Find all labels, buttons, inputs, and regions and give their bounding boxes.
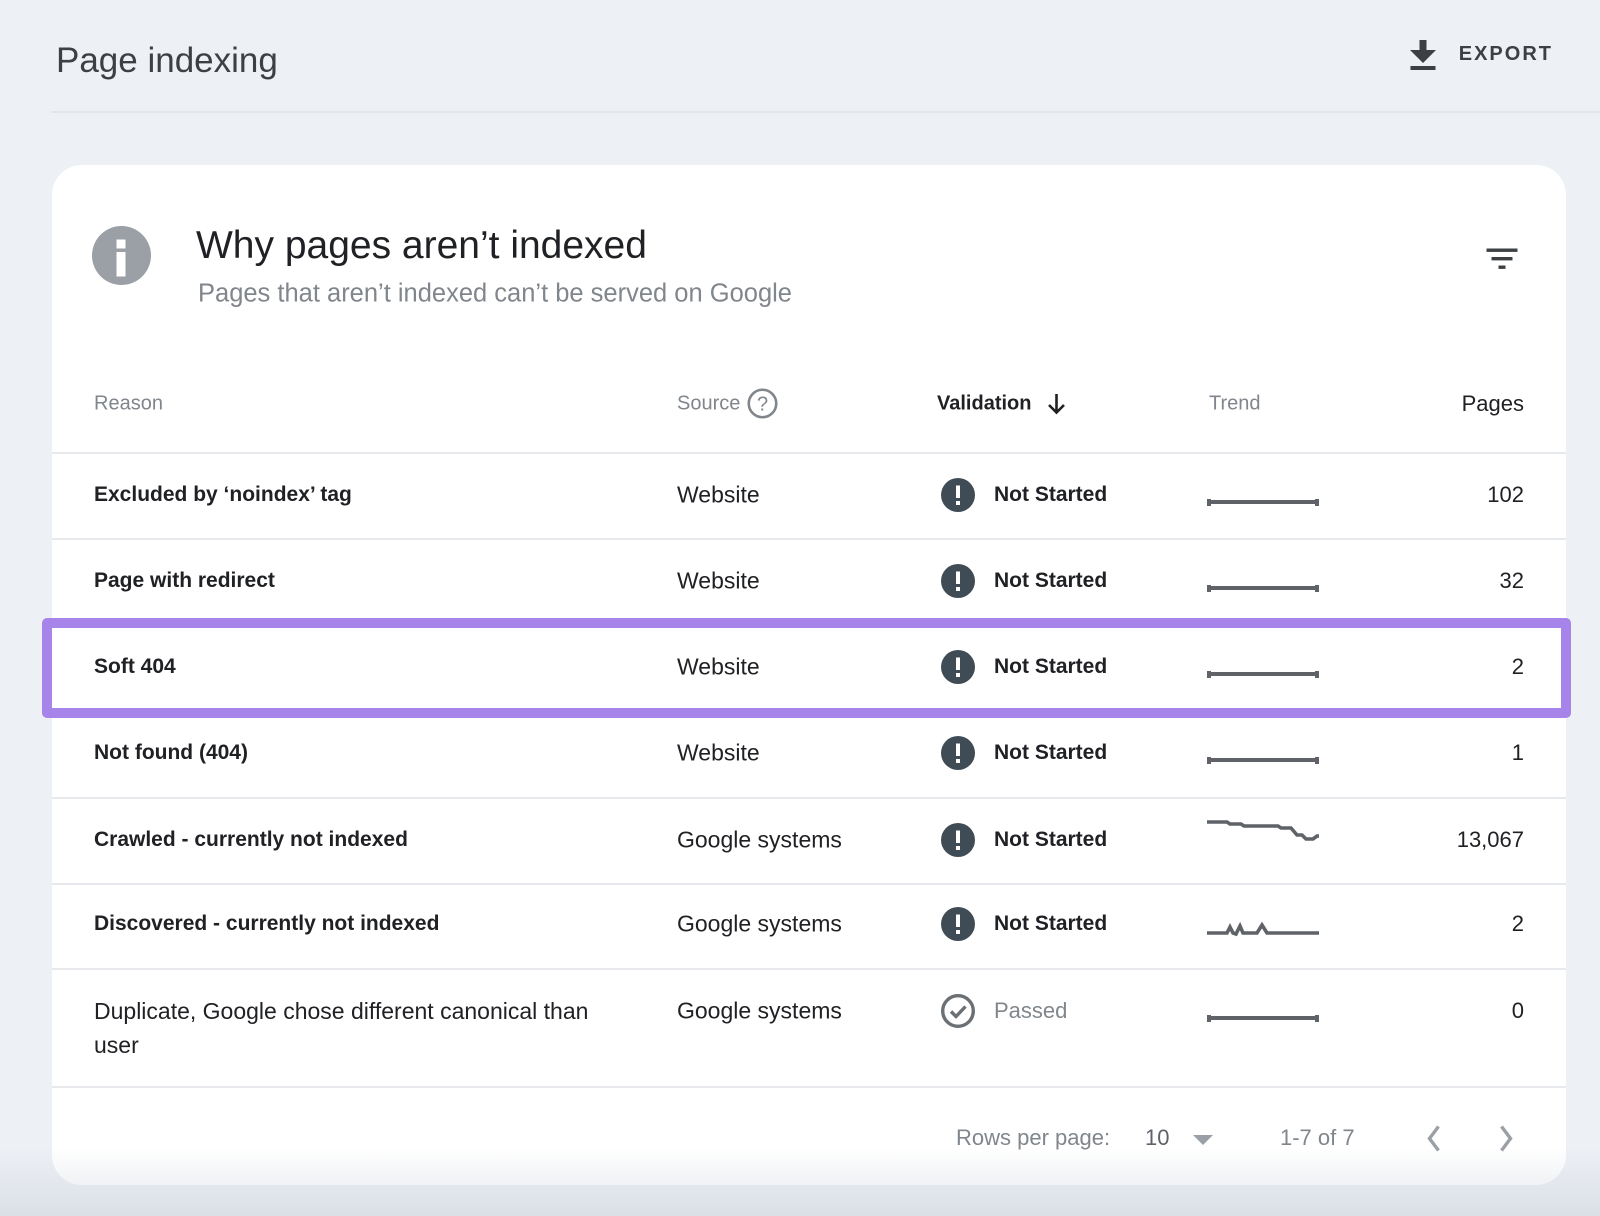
svg-text:?: ?	[757, 394, 768, 416]
